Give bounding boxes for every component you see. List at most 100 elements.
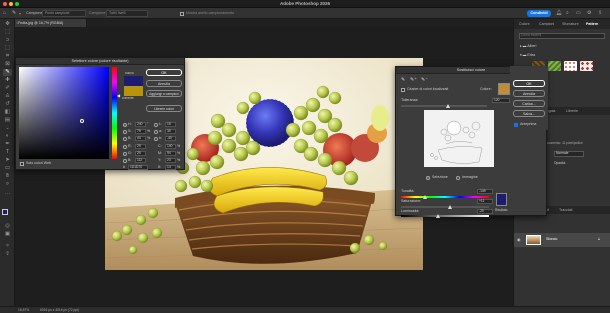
hue-slider-thumb[interactable]: ◀: [117, 94, 120, 98]
object-select-tool-icon[interactable]: ⬚: [3, 45, 12, 52]
saturation-field[interactable]: +11: [477, 199, 493, 204]
tab-colore[interactable]: Colore: [519, 21, 530, 27]
lightness-slider-thumb[interactable]: [436, 214, 440, 218]
type-tool-icon[interactable]: T: [3, 149, 12, 156]
l-radio[interactable]: [154, 123, 158, 127]
replace-ok-button[interactable]: OK: [513, 80, 545, 87]
eyedropper-plus-icon[interactable]: ✎⁺: [410, 77, 417, 83]
color-libraries-button[interactable]: Librerie colori: [146, 105, 182, 112]
eyedropper-tool-icon[interactable]: ✎: [3, 69, 12, 76]
current-color-swatch[interactable]: [124, 86, 143, 96]
hue-slider-track[interactable]: [401, 196, 489, 198]
zoom-level[interactable]: 16,67%: [18, 307, 29, 313]
tab-librerie[interactable]: Librerie: [566, 108, 578, 114]
blend-mode-select[interactable]: Normale: [554, 151, 584, 157]
eye-icon[interactable]: ◉: [517, 237, 521, 242]
replace-cancel-button[interactable]: Annulla: [513, 90, 545, 97]
y-field[interactable]: 23: [165, 158, 176, 163]
notifications-icon[interactable]: 🔔︎: [556, 10, 562, 17]
zoom-tool-icon[interactable]: ⌕: [3, 181, 12, 188]
chevron-down-icon[interactable]: ▾: [19, 10, 21, 17]
brightness-radio[interactable]: [123, 137, 127, 141]
l-field[interactable]: 15: [165, 122, 176, 127]
healing-brush-icon[interactable]: ✚: [3, 77, 12, 84]
quick-mask-icon[interactable]: ◎: [3, 223, 12, 230]
cancel-button[interactable]: Annulla: [146, 80, 182, 87]
path-select-icon[interactable]: ➤: [3, 157, 12, 164]
show-ring-checkbox[interactable]: [180, 12, 184, 16]
eyedropper-minus-icon[interactable]: ✎⁻: [421, 77, 428, 83]
c-field[interactable]: 100: [165, 144, 176, 149]
color-field[interactable]: [19, 67, 109, 159]
hue-radio[interactable]: [123, 123, 127, 127]
tolerance-slider-thumb[interactable]: [446, 104, 450, 108]
crop-tool-icon[interactable]: ⌗: [3, 53, 12, 60]
tab-sfumature[interactable]: Sfumature: [562, 21, 579, 27]
r-field[interactable]: 29: [135, 144, 146, 149]
k-field[interactable]: 14: [165, 165, 176, 170]
saturation-slider[interactable]: [401, 206, 489, 208]
document-tab[interactable]: Frutta.jpg @ 16,7% (RGB/8) ×: [15, 19, 87, 27]
hand-tool-icon[interactable]: ✋︎: [3, 173, 12, 180]
home-icon[interactable]: ⌂: [3, 10, 6, 17]
hue-slider[interactable]: [112, 67, 117, 159]
hue-slider-thumb[interactable]: [423, 195, 427, 199]
blue-field[interactable]: 112: [135, 158, 146, 163]
result-color-swatch[interactable]: [496, 193, 507, 206]
pen-tool-icon[interactable]: ✒: [3, 141, 12, 148]
search-patterns-input[interactable]: Cerca modelli: [519, 33, 605, 39]
gradient-tool-icon[interactable]: ▤: [3, 117, 12, 124]
lightness-slider[interactable]: [401, 215, 489, 217]
close-tab-icon[interactable]: ×: [16, 19, 18, 27]
tab-tracciati[interactable]: Tracciati: [559, 207, 572, 213]
a-field[interactable]: 30: [165, 129, 176, 134]
h-field[interactable]: 240: [135, 122, 146, 127]
lasso-tool-icon[interactable]: ↄ: [3, 37, 12, 44]
lightness-field[interactable]: -20: [477, 209, 493, 214]
group-erba[interactable]: ▾ ▬ Erba: [520, 52, 535, 59]
tab-pattern[interactable]: Pattern: [586, 21, 598, 27]
hex-field[interactable]: 1D1D70: [128, 165, 148, 170]
tab-campioni[interactable]: Campioni: [539, 21, 554, 27]
sparkle-icon[interactable]: ✧: [3, 243, 12, 250]
ok-button[interactable]: OK: [146, 69, 182, 76]
workspace-icon[interactable]: ▭: [576, 10, 581, 17]
settings-icon[interactable]: ⚙: [587, 10, 591, 17]
red-radio[interactable]: [123, 145, 127, 149]
tolerance-slider[interactable]: [401, 105, 487, 107]
a-radio[interactable]: [154, 130, 158, 134]
selection-preview[interactable]: [424, 110, 494, 167]
sample-layers-select[interactable]: Tutti i livelli: [106, 10, 148, 17]
sample-size-select[interactable]: Punto campione: [42, 10, 86, 17]
share-icon[interactable]: ⇪: [3, 251, 12, 258]
localized-clusters-checkbox[interactable]: [401, 88, 405, 92]
pattern-swatch-3[interactable]: [564, 61, 577, 71]
frame-tool-icon[interactable]: ⊠: [3, 61, 12, 68]
layer-row[interactable]: ◉ Sfondo 🔒︎: [514, 233, 610, 247]
selection-radio[interactable]: [426, 176, 430, 180]
screen-mode-icon[interactable]: ▣: [3, 231, 12, 238]
saturation-slider-thumb[interactable]: [448, 205, 452, 209]
eyedropper-tool-icon[interactable]: ✎: [12, 10, 16, 17]
pattern-swatch-4[interactable]: [580, 61, 593, 71]
clone-stamp-icon[interactable]: ♙: [3, 93, 12, 100]
move-tool-icon[interactable]: ✥: [3, 21, 12, 28]
b-field[interactable]: 44: [135, 136, 146, 141]
sample-color-swatch[interactable]: [498, 83, 510, 95]
hue-field[interactable]: -149: [477, 189, 493, 194]
preview-checkbox[interactable]: [514, 123, 518, 127]
rectangle-tool-icon[interactable]: ▭: [3, 165, 12, 172]
blue-radio[interactable]: [123, 159, 127, 163]
save-button[interactable]: Salva...: [513, 110, 545, 117]
blur-tool-icon[interactable]: 💧︎: [3, 125, 12, 132]
only-web-colors-checkbox[interactable]: [20, 162, 24, 166]
tolerance-field[interactable]: 120: [492, 98, 510, 103]
share-export-icon[interactable]: ⇪: [598, 10, 602, 17]
dodge-tool-icon[interactable]: ◐: [3, 133, 12, 140]
search-icon[interactable]: ⌕: [566, 10, 569, 17]
eraser-tool-icon[interactable]: ◧: [3, 109, 12, 116]
s-field[interactable]: 79: [135, 129, 146, 134]
b-lab-field[interactable]: -40: [165, 136, 176, 141]
load-button[interactable]: Carica...: [513, 100, 545, 107]
eyedropper-icon[interactable]: ✎: [401, 77, 405, 83]
